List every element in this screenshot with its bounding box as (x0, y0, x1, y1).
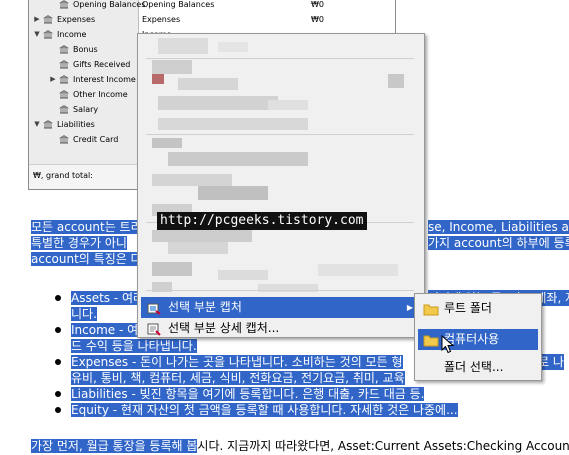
pixelated-block (152, 262, 192, 276)
account-name: Opening Balances (73, 0, 146, 9)
intro-line-1: 모든 account는 트리 (31, 220, 142, 234)
pixelated-block (388, 74, 404, 88)
intro-line-2-right-wrap: 가지 account의 하부에 등록 (428, 235, 569, 251)
list-item: Expenses - 돈이 나가는 곳을 나타냅니다. 소비하는 것의 모든 형… (52, 354, 564, 386)
account-description: Expenses (142, 15, 181, 24)
list-item-text: Assets - 여러 (71, 291, 145, 305)
collapse-arrow-icon[interactable]: ▼ (33, 117, 41, 132)
expand-arrow-icon[interactable]: ▶ (49, 72, 57, 87)
bullet-icon (55, 391, 61, 397)
menu-separator (146, 58, 414, 59)
list-item: Liabilities - 빚진 항목을 여기에 등록합니다. 은행 대출, 카… (52, 386, 458, 402)
account-name: Liabilities (57, 120, 95, 129)
intro-line-1-right-wrap: se, Income, Liabilities accou (428, 219, 569, 235)
account-name: Credit Card (73, 135, 119, 144)
account-description: Opening Balances (142, 0, 215, 9)
menu-item-label: 선택 부분 상세 캡처... (168, 321, 280, 335)
account-icon (59, 60, 69, 69)
list-item-text-continued: 드 수익 등을 나타냅니다. (71, 339, 197, 353)
account-name: Bonus (73, 45, 98, 54)
folder-icon (423, 333, 439, 347)
list-item-text-continued: 니다. (71, 307, 97, 321)
submenu-item-label: 루트 폴더 (444, 301, 492, 315)
account-icon (43, 30, 53, 39)
menu-item-label: 선택 부분 캡처 (168, 300, 242, 314)
intro-line-2-wrap: 특별한 경우가 아니 (31, 235, 127, 251)
account-name: Gifts Received (73, 60, 131, 69)
intro-line-1-right: se, Income, Liabilities accou (428, 220, 569, 234)
pixelated-block (152, 138, 182, 148)
menu-separator (146, 290, 414, 291)
account-icon (59, 75, 69, 84)
capture-icon (147, 301, 161, 315)
intro-paragraph: 모든 account는 트리 (31, 219, 142, 235)
closing-highlighted: 가장 먼저, 월급 통장을 등록해 봅 (31, 439, 198, 453)
list-item-text-continued: 유비, 통비, 책, 컴퓨터, 세금, 식비, 전화요금, 전기요금, 취미, … (71, 371, 405, 385)
bullet-icon (55, 295, 61, 301)
account-icon (59, 90, 69, 99)
list-item: Equity - 현재 자산의 첫 금액을 등록할 때 사용합니다. 자세한 것… (52, 402, 458, 418)
account-icon (43, 15, 53, 24)
pixelated-block (158, 38, 208, 54)
pixelated-block (152, 74, 164, 84)
menu-item-capture-selection[interactable]: 선택 부분 캡처 ▶ (141, 297, 421, 318)
submenu-arrow-icon: ▶ (406, 303, 413, 312)
pixelated-block (198, 186, 268, 200)
list-item-text: Equity - 현재 자산의 첫 금액을 등록할 때 사용합니다. 자세한 것… (71, 403, 458, 417)
capture-submenu[interactable]: 루트 폴더 컴퓨터사용 폴더 선택... (414, 293, 542, 381)
detail-capture-icon (147, 322, 161, 336)
account-icon (59, 135, 69, 144)
watermark-url: http://pcgeeks.tistory.com (157, 212, 367, 230)
intro-line-2-right: 가지 account의 하부에 등록 (428, 236, 569, 250)
account-icon (43, 120, 53, 129)
account-row[interactable]: ▶ Expenses Expenses ₩0 (29, 12, 395, 27)
account-icon (59, 45, 69, 54)
pixelated-block (158, 118, 308, 130)
pixelated-block (318, 264, 398, 276)
pixelated-block (168, 152, 308, 166)
account-amount: ₩0 (311, 0, 324, 9)
account-name: Income (57, 30, 87, 39)
pixelated-block (268, 100, 308, 110)
context-menu[interactable]: 선택 부분 캡처 ▶ 선택 부분 상세 캡처... (137, 33, 425, 338)
closing-rest: 시다. 지금까지 따라왔다면, Asset:Current Assets:Che… (197, 439, 569, 453)
list-item-text: Expenses - 돈이 나가는 곳을 나타냅니다. 소비하는 것의 모든 형 (71, 355, 403, 369)
submenu-item-choose-folder[interactable]: 폴더 선택... (418, 357, 538, 378)
account-name: Interest Income (73, 75, 136, 84)
account-amount: ₩0 (311, 15, 324, 24)
pixelated-block (218, 270, 268, 280)
intro-line-3: account의 특징은 다 (31, 252, 142, 266)
pixelated-block (152, 60, 192, 74)
account-row[interactable]: Opening Balances Opening Balances ₩0 (29, 0, 395, 12)
pixelated-block (158, 96, 278, 110)
mouse-cursor-icon (441, 334, 455, 355)
intro-line-3-wrap: account의 특징은 다 (31, 251, 142, 267)
collapse-arrow-icon[interactable]: ▼ (33, 27, 41, 42)
submenu-item-root-folder[interactable]: 루트 폴더 (418, 298, 538, 319)
submenu-item-label: 폴더 선택... (444, 360, 504, 374)
account-name: Salary (73, 105, 99, 114)
pixelated-block (152, 230, 252, 242)
account-name: Other Income (73, 90, 128, 99)
expand-arrow-icon[interactable]: ▶ (33, 12, 41, 27)
list-item-text: Liabilities - 빚진 항목을 여기에 등록합니다. 은행 대출, 카… (71, 387, 425, 401)
bullet-icon (55, 327, 61, 333)
grand-total-label: ₩, grand total: (33, 171, 93, 180)
pixelated-block (178, 78, 238, 90)
bullet-icon (55, 407, 61, 413)
pixelated-block (168, 242, 228, 254)
pixelated-block (152, 174, 232, 186)
menu-item-detail-capture[interactable]: 선택 부분 상세 캡처... (141, 318, 421, 339)
folder-icon (423, 302, 439, 316)
account-name: Expenses (57, 15, 96, 24)
account-icon (59, 0, 69, 9)
menu-separator (146, 134, 414, 135)
account-icon (59, 105, 69, 114)
closing-paragraph: 가장 먼저, 월급 통장을 등록해 봅시다. 지금까지 따라왔다면, Asset… (31, 438, 569, 454)
intro-line-2: 특별한 경우가 아니 (31, 236, 127, 250)
bullet-icon (55, 359, 61, 365)
submenu-item-computer-use[interactable]: 컴퓨터사용 (418, 329, 538, 350)
pixelated-block (218, 42, 248, 52)
